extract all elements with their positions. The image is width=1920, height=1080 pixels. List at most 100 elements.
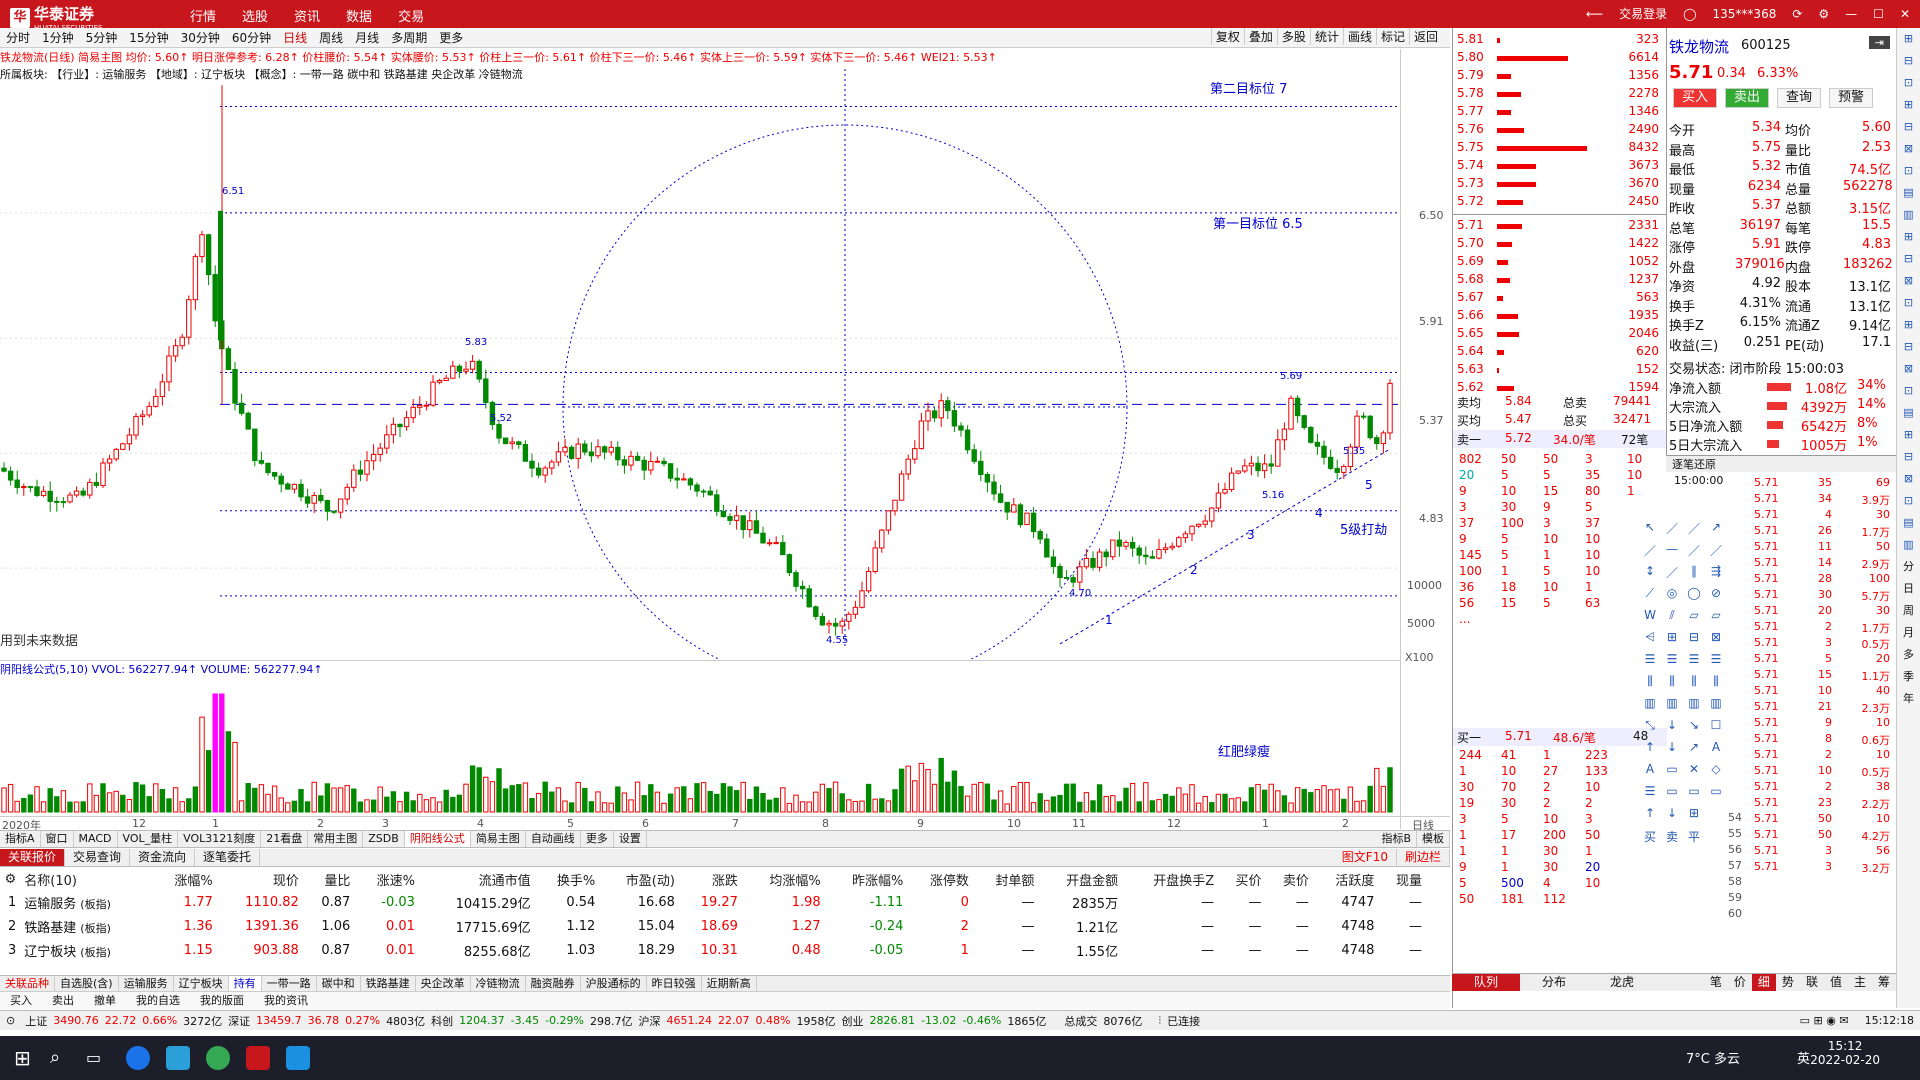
mail-icon[interactable] [286, 1046, 310, 1070]
rb-tab-1[interactable]: 分布 [1520, 974, 1588, 991]
rtool-icon[interactable]: ⊡ [1897, 72, 1920, 94]
rtool-icon[interactable]: ⊡ [1897, 292, 1920, 314]
period-9[interactable]: 多周期 [385, 29, 433, 46]
draw-tool-icon[interactable]: 买 [1640, 828, 1660, 845]
table-row[interactable]: 1 运输服务 (板指) 1.77 1110.82 0.87 -0.03 10415.29亿 0.… [0, 890, 1430, 914]
ask-row[interactable]: 5.79 1356 [1453, 68, 1667, 84]
sheet-tab-6[interactable]: 碳中和 [317, 976, 361, 991]
menu-item-1[interactable]: 选股 [242, 6, 268, 25]
bottom-tab-2[interactable]: 资金流向 [130, 849, 196, 866]
trade-button-5[interactable]: 我的资讯 [254, 992, 318, 1009]
clock[interactable]: 15:12 2022-02-20 [1810, 1039, 1880, 1067]
bottom-right-tab-1[interactable]: 刷边栏 [1397, 849, 1450, 866]
rb-tab-0[interactable]: 队列 [1452, 974, 1521, 991]
draw-tool-icon[interactable]: ↕ [1640, 564, 1660, 578]
indicator-tab-5[interactable]: 21看盘 [261, 831, 309, 847]
rtool-period[interactable]: 月 [1897, 622, 1920, 644]
rtool-icon[interactable]: ▤ [1897, 402, 1920, 424]
draw-tool-icon[interactable]: ／ [1662, 564, 1682, 581]
draw-tool-icon[interactable]: ▥ [1684, 696, 1704, 710]
sheet-tab-11[interactable]: 沪股通标的 [581, 976, 647, 991]
status-menu-icon[interactable]: ⊙ [6, 1014, 15, 1027]
user-icon[interactable]: ◯ [1683, 7, 1696, 21]
back-arrow-icon[interactable]: ⟵ [1586, 7, 1603, 21]
ask-row[interactable]: 5.75 8432 [1453, 140, 1667, 156]
draw-tool-icon[interactable]: ⩤ [1640, 630, 1660, 645]
indicator-tab-3[interactable]: VOL_量柱 [118, 831, 179, 847]
sector-name[interactable]: 辽宁板块 (板指) [24, 938, 156, 962]
sheet-tab-4[interactable]: 持有 [228, 976, 262, 991]
bid-row[interactable]: 5.68 1237 [1453, 272, 1667, 288]
draw-tool-icon[interactable]: ▥ [1640, 696, 1660, 710]
period-2[interactable]: 5分钟 [80, 29, 124, 46]
draw-tool-icon[interactable]: ◇ [1706, 762, 1726, 776]
ime-lang[interactable]: 英 [1797, 1048, 1810, 1067]
draw-tool-icon[interactable]: ▱ [1684, 608, 1704, 622]
draw-tool-icon[interactable]: ◎ [1662, 586, 1682, 600]
draw-tool-icon[interactable]: ⊠ [1706, 630, 1726, 644]
browser-icon[interactable] [126, 1046, 150, 1070]
draw-tool-icon[interactable]: ⫼ [1662, 674, 1682, 689]
rb-tab2-4[interactable]: 联 [1800, 974, 1824, 991]
indicator-right-1[interactable]: 模板 [1417, 831, 1450, 847]
chart-tool-4[interactable]: 画线 [1342, 28, 1376, 45]
col-header-10[interactable]: 昨涨幅% [829, 868, 912, 890]
volume-chart[interactable]: 红肥绿瘦 [0, 676, 1400, 816]
col-header-4[interactable]: 涨速% [358, 868, 423, 890]
chart-tool-3[interactable]: 统计 [1309, 28, 1343, 45]
indicator-tab-12[interactable]: 设置 [614, 831, 647, 847]
minimize-icon[interactable]: — [1845, 7, 1857, 21]
draw-tool-icon[interactable]: — [1662, 542, 1682, 556]
col-header-16[interactable]: 卖价 [1270, 868, 1317, 890]
rtool-period[interactable]: 日 [1897, 578, 1920, 600]
user-account[interactable]: 135***368 [1713, 7, 1777, 21]
col-header-12[interactable]: 封单额 [977, 868, 1043, 890]
draw-tool-icon[interactable]: ↑ [1640, 740, 1660, 754]
sheet-tab-3[interactable]: 辽宁板块 [174, 976, 229, 991]
draw-tool-icon[interactable]: ☰ [1684, 652, 1704, 666]
ask-row[interactable]: 5.74 3673 [1453, 158, 1667, 174]
bottom-tab-3[interactable]: 逐笔委托 [195, 849, 261, 866]
rtool-icon[interactable]: ⊞ [1897, 314, 1920, 336]
draw-tool-icon[interactable]: ▭ [1662, 784, 1682, 798]
rb-tab-2[interactable]: 龙虎 [1588, 974, 1656, 991]
draw-tool-icon[interactable]: ▭ [1684, 784, 1704, 798]
refresh-icon[interactable]: ⟳ [1792, 7, 1802, 21]
ask-row[interactable]: 5.73 3670 [1453, 176, 1667, 192]
rtool-icon[interactable]: ▥ [1897, 534, 1920, 556]
quote-button-0[interactable]: 买入 [1673, 88, 1717, 108]
rtool-icon[interactable]: ⊞ [1897, 424, 1920, 446]
draw-tool-icon[interactable]: ↓ [1662, 740, 1682, 754]
menu-item-0[interactable]: 行情 [190, 6, 216, 25]
bid-row[interactable]: 5.70 1422 [1453, 236, 1667, 252]
indicator-tab-7[interactable]: ZSDB [363, 831, 405, 847]
draw-tool-icon[interactable]: ／ [1684, 542, 1704, 559]
quote-button-3[interactable]: 预警 [1829, 88, 1873, 108]
draw-tool-icon[interactable]: ✕ [1684, 762, 1704, 776]
bid-row[interactable]: 5.71 2331 [1453, 218, 1667, 234]
draw-tool-icon[interactable]: ↓ [1662, 718, 1682, 732]
col-header-8[interactable]: 涨跌 [683, 868, 746, 890]
draw-tool-icon[interactable]: ⫼ [1684, 674, 1704, 689]
sheet-tab-10[interactable]: 融资融券 [526, 976, 581, 991]
bid-row[interactable]: 5.66 1935 [1453, 308, 1667, 324]
ask-row[interactable]: 5.80 6614 [1453, 50, 1667, 66]
draw-tool-icon[interactable]: ▥ [1662, 696, 1682, 710]
rtool-icon[interactable]: ⊠ [1897, 468, 1920, 490]
period-7[interactable]: 周线 [313, 29, 349, 46]
rtool-icon[interactable]: ⊠ [1897, 270, 1920, 292]
app-icon[interactable] [166, 1046, 190, 1070]
draw-tool-icon[interactable]: ／ [1706, 542, 1726, 559]
col-header-18[interactable]: 现量 [1382, 868, 1430, 890]
rtool-period[interactable]: 多 [1897, 644, 1920, 666]
rtool-icon[interactable]: ⊠ [1897, 358, 1920, 380]
period-0[interactable]: 分时 [0, 29, 36, 46]
chrome-icon[interactable] [206, 1046, 230, 1070]
draw-tool-icon[interactable]: ⊘ [1706, 586, 1726, 600]
bid-row[interactable]: 5.67 563 [1453, 290, 1667, 306]
rtool-icon[interactable]: ⊟ [1897, 336, 1920, 358]
indicator-tab-10[interactable]: 自动画线 [526, 831, 581, 847]
candlestick-chart[interactable]: 第二目标位 7 第一目标位 6.5 5级打劫用到未来数据 6.51 5.83 5.52 5.… [0, 49, 1400, 659]
bottom-right-tab-0[interactable]: 图文F10 [1334, 849, 1397, 866]
rtool-period[interactable]: 分 [1897, 556, 1920, 578]
